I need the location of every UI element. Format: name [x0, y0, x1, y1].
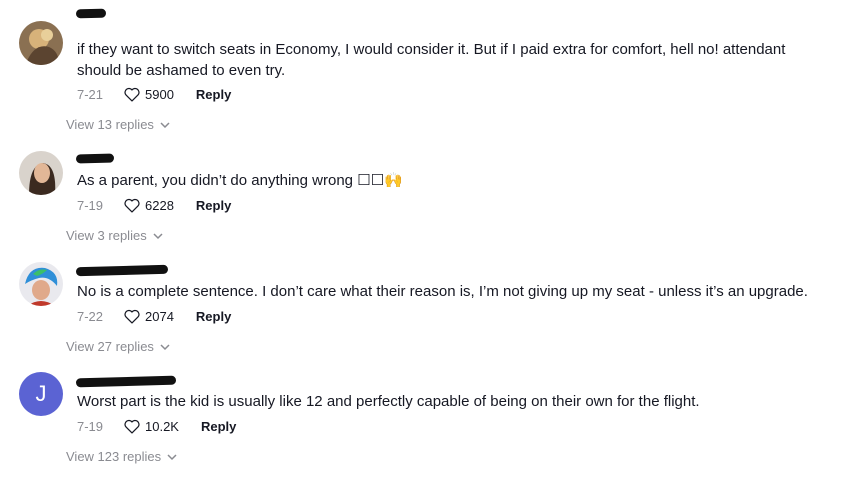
comment-meta: 7-19 10.2K Reply — [77, 417, 236, 435]
view-replies-button[interactable]: View 27 replies — [66, 339, 170, 354]
view-replies-button[interactable]: View 3 replies — [66, 228, 163, 243]
comment-meta: 7-22 2074 Reply — [77, 307, 231, 325]
like-button[interactable]: 2074 — [123, 308, 174, 324]
avatar[interactable] — [19, 151, 63, 195]
comment-text: As a parent, you didn’t do anything wron… — [77, 172, 403, 189]
comment-text: Worst part is the kid is usually like 12… — [77, 393, 700, 410]
reply-button[interactable]: Reply — [196, 198, 231, 213]
view-replies-label: View 27 replies — [66, 339, 154, 354]
chevron-down-icon — [160, 343, 170, 350]
chevron-down-icon — [153, 232, 163, 239]
comment-meta: 7-21 5900 Reply — [77, 85, 231, 103]
like-button[interactable]: 6228 — [123, 197, 174, 213]
comment-date: 7-22 — [77, 308, 104, 324]
heart-outline-icon — [124, 309, 140, 324]
redacted-username — [75, 8, 107, 19]
avatar[interactable] — [19, 262, 63, 306]
heart-outline-icon — [124, 419, 140, 434]
avatar[interactable]: J — [19, 372, 63, 416]
view-replies-label: View 123 replies — [66, 449, 162, 464]
like-count: 6228 — [145, 197, 174, 213]
comment-text-line2: should be ashamed to even try. — [77, 62, 286, 79]
like-count: 5900 — [145, 86, 174, 102]
comment-date: 7-21 — [77, 86, 104, 102]
heart-outline-icon — [124, 198, 140, 213]
redacted-username — [75, 375, 177, 388]
reply-button[interactable]: Reply — [196, 309, 231, 324]
heart-outline-icon — [124, 87, 140, 102]
redacted-username — [75, 153, 115, 164]
like-count: 2074 — [145, 308, 174, 324]
like-button[interactable]: 10.2K — [123, 418, 179, 434]
view-replies-button[interactable]: View 13 replies — [66, 117, 170, 132]
view-replies-button[interactable]: View 123 replies — [66, 449, 177, 464]
like-button[interactable]: 5900 — [123, 86, 174, 102]
comment-text: No is a complete sentence. I don’t care … — [77, 283, 808, 300]
avatar[interactable] — [19, 21, 63, 65]
view-replies-label: View 3 replies — [66, 228, 147, 243]
comment-date: 7-19 — [77, 418, 104, 434]
chevron-down-icon — [167, 453, 177, 460]
redacted-username — [75, 264, 169, 277]
reply-button[interactable]: Reply — [196, 87, 231, 102]
like-count: 10.2K — [145, 418, 179, 434]
comment-text: if they want to switch seats in Economy,… — [77, 41, 786, 58]
comment-date: 7-19 — [77, 197, 104, 213]
chevron-down-icon — [160, 121, 170, 128]
view-replies-label: View 13 replies — [66, 117, 154, 132]
reply-button[interactable]: Reply — [201, 419, 236, 434]
comment-meta: 7-19 6228 Reply — [77, 196, 231, 214]
